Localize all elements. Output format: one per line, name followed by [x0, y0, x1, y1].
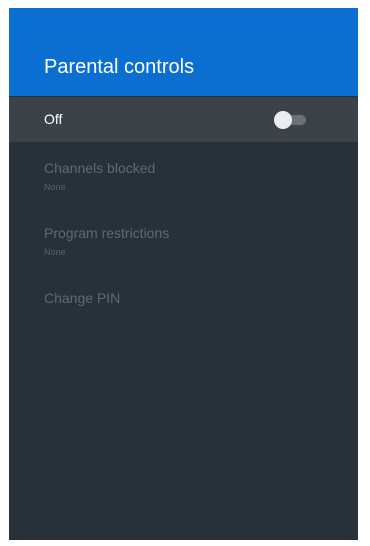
menu-item-title: Program restrictions: [44, 225, 170, 241]
switch-thumb: [274, 111, 292, 129]
menu-item-title: Channels blocked: [44, 160, 156, 176]
page-title: Parental controls: [44, 56, 195, 78]
menu-item-title: Change PIN: [44, 290, 121, 306]
parental-controls-toggle-row[interactable]: Off: [9, 97, 358, 142]
menu-item-change-pin[interactable]: Change PIN: [9, 290, 358, 312]
parental-controls-switch[interactable]: [272, 110, 308, 130]
toggle-state-label: Off: [44, 111, 63, 127]
menu-item-channels-blocked[interactable]: Channels blocked None: [9, 160, 358, 196]
parental-controls-panel: Parental controls Off Channels blocked N…: [9, 8, 358, 540]
menu-item-subtitle: None: [44, 247, 66, 257]
menu-item-subtitle: None: [44, 182, 66, 192]
panel-header: Parental controls: [9, 8, 358, 96]
menu-item-program-restrictions[interactable]: Program restrictions None: [9, 225, 358, 261]
